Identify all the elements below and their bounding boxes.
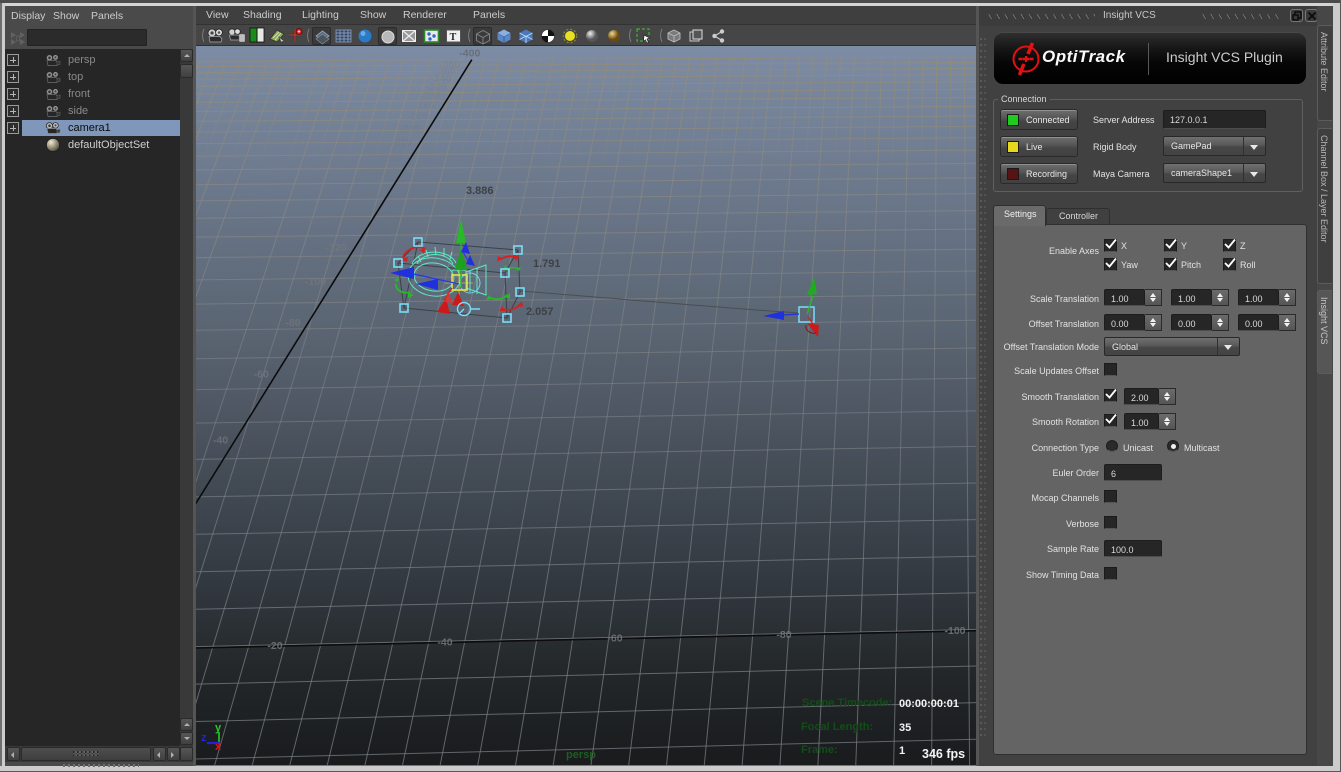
svg-text:y: y — [215, 722, 222, 734]
svg-text:Scene Timecode:: Scene Timecode: — [802, 697, 892, 709]
svg-text:35: 35 — [899, 722, 911, 734]
svg-text:x: x — [215, 741, 222, 753]
svg-text:2.057: 2.057 — [526, 306, 554, 318]
svg-text:1.791: 1.791 — [533, 258, 561, 270]
svg-text:346 fps: 346 fps — [922, 747, 965, 761]
svg-text:persp: persp — [566, 749, 596, 761]
svg-text:Focal Length:: Focal Length: — [801, 721, 873, 733]
svg-text:z: z — [201, 732, 207, 744]
svg-text:3.886: 3.886 — [466, 185, 494, 197]
svg-text:T: T — [450, 32, 457, 43]
svg-text:00:00:00:01: 00:00:00:01 — [899, 698, 959, 710]
svg-text:1: 1 — [899, 745, 905, 757]
svg-text:Frame:: Frame: — [801, 744, 838, 756]
